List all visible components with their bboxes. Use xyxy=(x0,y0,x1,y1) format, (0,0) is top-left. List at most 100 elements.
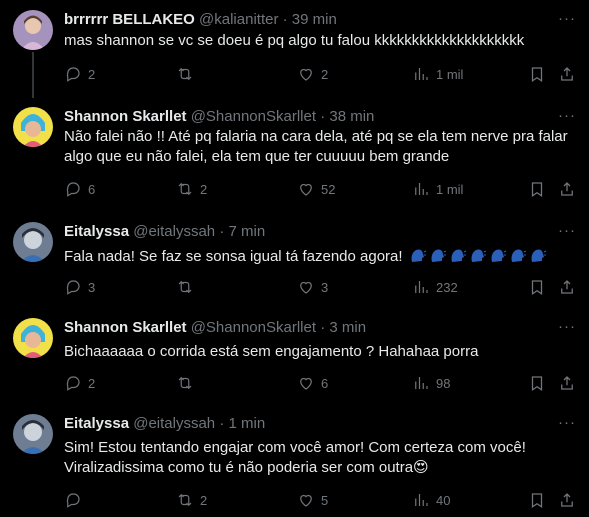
share-button[interactable] xyxy=(558,277,576,297)
views-button[interactable]: 40 xyxy=(412,490,450,510)
speaking-head-emoji xyxy=(431,249,446,262)
tweet[interactable]: Eitalyssa @eitalyssah · 1 min ··· Sim! E… xyxy=(0,414,589,514)
share-icon xyxy=(561,376,573,390)
handle[interactable]: @ShannonSkarllet xyxy=(191,319,316,336)
tweet-text: Bichaaaaaa o corrida está sem engajament… xyxy=(64,343,479,360)
bookmark-button[interactable] xyxy=(528,64,546,84)
avatar[interactable] xyxy=(13,222,53,262)
heart-icon xyxy=(300,281,312,294)
display-name[interactable]: Shannon Skarllet xyxy=(64,319,187,336)
handle[interactable]: @eitalyssah xyxy=(133,223,215,240)
views-button[interactable]: 232 xyxy=(412,277,458,297)
tweet-text: Fala nada! Se faz se sonsa igual tá faze… xyxy=(64,246,574,267)
bookmark-button[interactable] xyxy=(528,490,546,510)
timestamp[interactable]: · 7 min xyxy=(219,223,265,240)
handle[interactable]: @ShannonSkarllet xyxy=(191,108,316,125)
reply-button[interactable]: 2 xyxy=(64,64,95,84)
like-button[interactable]: 6 xyxy=(297,373,328,393)
share-icon xyxy=(561,182,573,196)
reply-icon xyxy=(66,67,80,82)
share-button[interactable] xyxy=(558,490,576,510)
avatar[interactable] xyxy=(13,318,53,358)
heart-icon xyxy=(300,494,312,507)
reply-button[interactable] xyxy=(64,490,88,510)
tweet-text-line: Sim! Estou tentando engajar com você amo… xyxy=(64,439,526,456)
speaking-head-emoji xyxy=(531,249,546,262)
retweet-button[interactable] xyxy=(176,373,200,393)
more-options-button[interactable]: ··· xyxy=(558,318,576,336)
like-button[interactable]: 5 xyxy=(297,490,328,510)
bookmark-icon xyxy=(531,376,543,391)
speaking-head-emoji xyxy=(491,249,506,262)
timestamp[interactable]: · 39 min xyxy=(283,11,337,28)
retweet-count: 2 xyxy=(200,492,208,508)
tweet-header: Eitalyssa @eitalyssah · 7 min xyxy=(64,222,265,242)
like-button[interactable]: 52 xyxy=(297,179,335,199)
tweet-header: Eitalyssa @eitalyssah · 1 min xyxy=(64,414,265,434)
retweet-button[interactable]: 2 xyxy=(176,179,207,199)
share-button[interactable] xyxy=(558,179,576,199)
views-button[interactable]: 98 xyxy=(412,373,450,393)
views-button[interactable]: 1 mil xyxy=(412,179,463,199)
display-name[interactable]: Eitalyssa xyxy=(64,223,129,240)
retweet-button[interactable] xyxy=(176,64,200,84)
action-bar: 3 3 232 xyxy=(64,277,580,297)
more-options-button[interactable]: ··· xyxy=(558,222,576,240)
more-options-button[interactable]: ··· xyxy=(558,414,576,432)
avatar[interactable] xyxy=(13,10,53,50)
view-count: 232 xyxy=(436,279,458,295)
speaking-head-emoji-group xyxy=(407,248,547,265)
timestamp[interactable]: · 38 min xyxy=(320,108,374,125)
reply-button[interactable]: 2 xyxy=(64,373,95,393)
views-icon xyxy=(415,183,428,195)
speaking-head-emoji xyxy=(451,249,466,262)
reply-icon xyxy=(66,280,80,295)
avatar[interactable] xyxy=(13,414,53,454)
retweet-icon xyxy=(178,182,192,196)
views-button[interactable]: 1 mil xyxy=(412,64,463,84)
tweet[interactable]: Eitalyssa @eitalyssah · 7 min ··· Fala n… xyxy=(0,222,589,302)
retweet-button[interactable]: 2 xyxy=(176,490,207,510)
reply-icon xyxy=(66,493,80,508)
tweet-text-line: Viralizadissima como tu é não poderia se… xyxy=(64,459,429,476)
bookmark-icon xyxy=(531,67,543,82)
reply-icon xyxy=(66,182,80,197)
action-bar: 6 2 52 1 mil xyxy=(64,179,580,199)
tweet-text-line: algo que eu não falei, ela tem que ter c… xyxy=(64,148,450,165)
retweet-icon xyxy=(178,67,192,81)
like-count: 52 xyxy=(321,181,336,197)
bookmark-button[interactable] xyxy=(528,277,546,297)
action-bar: 2 5 40 xyxy=(64,490,580,510)
retweet-count: 2 xyxy=(200,181,208,197)
heart-icon xyxy=(300,68,312,81)
timestamp[interactable]: · 1 min xyxy=(219,415,265,432)
reply-count: 6 xyxy=(88,181,96,197)
share-icon xyxy=(561,280,573,294)
avatar[interactable] xyxy=(13,107,53,147)
handle[interactable]: @kalianitter xyxy=(199,11,278,28)
bookmark-button[interactable] xyxy=(528,373,546,393)
handle[interactable]: @eitalyssah xyxy=(133,415,215,432)
like-button[interactable]: 2 xyxy=(297,64,328,84)
reply-button[interactable]: 3 xyxy=(64,277,95,297)
display-name[interactable]: Shannon Skarllet xyxy=(64,108,187,125)
more-options-button[interactable]: ··· xyxy=(558,107,576,125)
display-name[interactable]: Eitalyssa xyxy=(64,415,129,432)
tweet[interactable]: Shannon Skarllet @ShannonSkarllet · 3 mi… xyxy=(0,318,589,398)
share-button[interactable] xyxy=(558,64,576,84)
tweet-header: Shannon Skarllet @ShannonSkarllet · 38 m… xyxy=(64,107,374,127)
share-button[interactable] xyxy=(558,373,576,393)
reply-button[interactable]: 6 xyxy=(64,179,95,199)
tweet-text-content: Fala nada! Se faz se sonsa igual tá faze… xyxy=(64,248,403,265)
tweet[interactable]: Shannon Skarllet @ShannonSkarllet · 38 m… xyxy=(0,107,589,207)
reply-count: 2 xyxy=(88,375,96,391)
bookmark-button[interactable] xyxy=(528,179,546,199)
retweet-button[interactable] xyxy=(176,277,200,297)
like-button[interactable]: 3 xyxy=(297,277,328,297)
timestamp[interactable]: · 3 min xyxy=(320,319,366,336)
tweet[interactable]: brrrrrr BELLAKEO @kalianitter · 39 min ·… xyxy=(0,10,589,90)
like-count: 6 xyxy=(321,375,329,391)
bookmark-icon xyxy=(531,182,543,197)
more-options-button[interactable]: ··· xyxy=(558,10,576,28)
display-name[interactable]: brrrrrr BELLAKEO xyxy=(64,11,195,28)
